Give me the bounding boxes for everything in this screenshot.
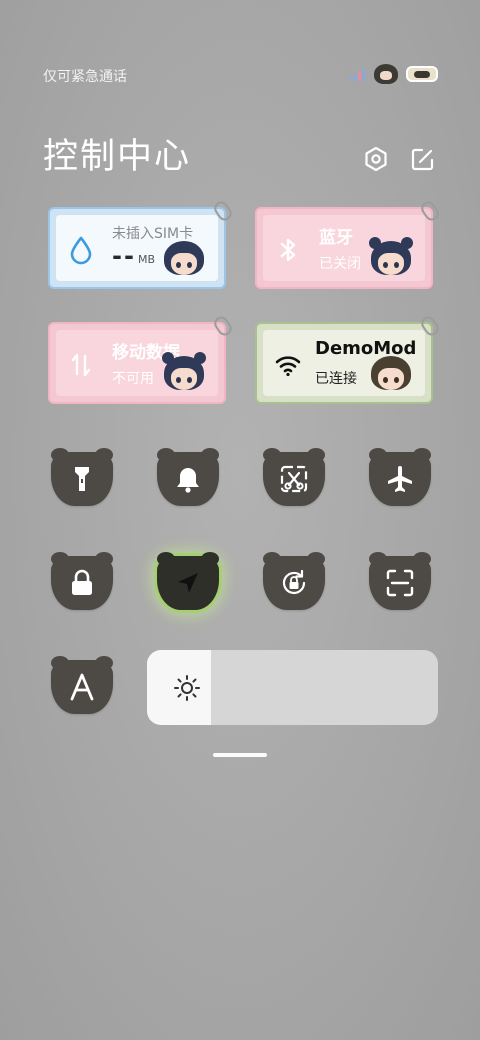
mobile-data-status: 不可用 <box>112 371 154 387</box>
auto-brightness-toggle[interactable] <box>51 656 113 714</box>
bluetooth-status: 已关闭 <box>319 256 361 272</box>
bluetooth-tile[interactable]: 蓝牙 已关闭 <box>255 198 442 289</box>
drag-handle[interactable] <box>213 753 267 757</box>
sun-icon <box>174 675 200 701</box>
water-drop-icon <box>70 236 92 265</box>
scan-icon <box>386 569 414 597</box>
scissors-icon <box>280 465 308 493</box>
wifi-tile[interactable]: DemoMod 已连接 <box>255 313 442 404</box>
hexagon-settings-icon <box>365 146 387 172</box>
rotation-lock-toggle[interactable] <box>263 552 325 610</box>
rotation-lock-icon <box>282 569 306 595</box>
signal-icon <box>350 67 366 81</box>
mobile-data-tile[interactable]: 移动数据 不可用 <box>48 313 235 404</box>
status-bar: 仅可紧急通话 <box>0 0 480 100</box>
scanner-toggle[interactable] <box>369 552 431 610</box>
chibi-sticker <box>162 239 206 281</box>
flashlight-toggle[interactable] <box>51 448 113 506</box>
bluetooth-label: 蓝牙 <box>319 228 353 248</box>
chibi-sticker <box>162 352 206 396</box>
battery-icon <box>406 66 438 82</box>
screenshot-toggle[interactable] <box>263 448 325 506</box>
brightness-slider[interactable] <box>147 650 438 725</box>
status-text: 仅可紧急通话 <box>43 69 127 85</box>
bell-icon <box>177 468 199 493</box>
airplane-toggle[interactable] <box>369 448 431 506</box>
flashlight-icon <box>75 467 89 491</box>
location-arrow-icon <box>178 573 198 593</box>
wifi-icon <box>275 356 301 377</box>
chibi-sticker <box>369 237 413 281</box>
data-arrows-icon <box>71 353 91 377</box>
data-usage-unit: MB <box>138 253 156 266</box>
lock-icon <box>72 569 92 595</box>
sound-toggle[interactable] <box>157 448 219 506</box>
data-usage-value: -- <box>112 242 136 270</box>
settings-button[interactable] <box>362 145 390 173</box>
sim-card-tile[interactable]: 未插入SIM卡 -- MB <box>48 198 235 289</box>
status-icons <box>350 64 438 84</box>
airplane-icon <box>388 466 412 492</box>
wifi-status-icon <box>374 64 398 84</box>
edit-button[interactable] <box>409 145 437 173</box>
edit-icon <box>411 148 434 171</box>
chibi-sticker <box>369 354 413 396</box>
location-toggle[interactable] <box>157 552 219 610</box>
lock-screen-toggle[interactable] <box>51 552 113 610</box>
bluetooth-icon <box>280 238 296 262</box>
wifi-status: 已连接 <box>315 371 357 387</box>
page-title: 控制中心 <box>43 137 192 177</box>
auto-brightness-icon <box>70 673 94 701</box>
